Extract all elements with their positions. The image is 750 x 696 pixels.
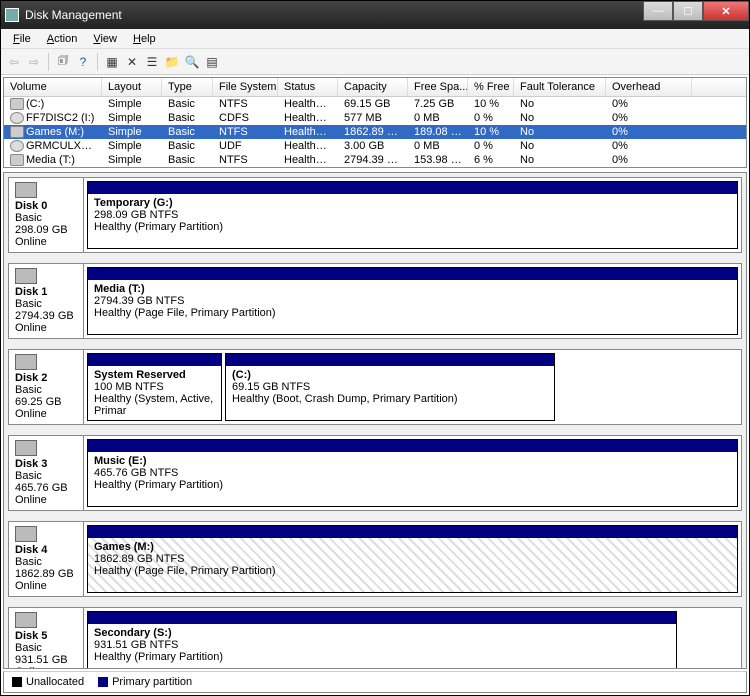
delete-button[interactable]: ✕ xyxy=(123,53,141,71)
disk-row[interactable]: Disk 1Basic2794.39 GBOnlineMedia (T:)279… xyxy=(8,263,742,339)
volume-row[interactable]: GRMCULXFRER_E...SimpleBasicUDFHealthy (P… xyxy=(4,139,746,153)
volume-icon xyxy=(10,126,24,138)
menu-view[interactable]: View xyxy=(87,31,123,47)
disk-info: Disk 2Basic69.25 GBOnline xyxy=(9,350,84,424)
disk-icon xyxy=(15,182,37,198)
close-button[interactable] xyxy=(703,1,749,21)
window-buttons xyxy=(643,1,749,21)
partition[interactable]: Media (T:)2794.39 GB NTFSHealthy (Page F… xyxy=(87,267,738,335)
col-layout[interactable]: Layout xyxy=(102,78,162,96)
volume-icon xyxy=(10,112,24,124)
legend: Unallocated Primary partition xyxy=(3,671,747,693)
legend-primary: Primary partition xyxy=(98,676,192,688)
menu-action[interactable]: Action xyxy=(41,31,84,47)
partition[interactable]: Temporary (G:)298.09 GB NTFSHealthy (Pri… xyxy=(87,181,738,249)
col-volume[interactable]: Volume xyxy=(4,78,102,96)
partitions: System Reserved100 MB NTFSHealthy (Syste… xyxy=(84,350,741,424)
disk-icon xyxy=(15,526,37,542)
col-pctfree[interactable]: % Free xyxy=(468,78,514,96)
swatch-unallocated-icon xyxy=(12,677,22,687)
col-status[interactable]: Status xyxy=(278,78,338,96)
partition-bar xyxy=(88,354,221,366)
refresh-button[interactable]: 🗊 xyxy=(54,53,72,71)
volume-icon xyxy=(10,140,24,152)
maximize-button[interactable] xyxy=(673,1,703,21)
menubar: File Action View Help xyxy=(1,29,749,49)
settings-button[interactable]: 🔍 xyxy=(183,53,201,71)
disk-info: Disk 3Basic465.76 GBOnline xyxy=(9,436,84,510)
forward-button[interactable]: ⇨ xyxy=(25,53,43,71)
partition[interactable]: System Reserved100 MB NTFSHealthy (Syste… xyxy=(87,353,222,421)
partition-bar xyxy=(88,526,737,538)
col-freespace[interactable]: Free Spa... xyxy=(408,78,468,96)
volume-icon xyxy=(10,98,24,110)
legend-unallocated: Unallocated xyxy=(12,676,84,688)
partition[interactable]: (C:)69.15 GB NTFSHealthy (Boot, Crash Du… xyxy=(225,353,555,421)
disk-info: Disk 4Basic1862.89 GBOnline xyxy=(9,522,84,596)
app-icon xyxy=(5,8,19,22)
col-capacity[interactable]: Capacity xyxy=(338,78,408,96)
minimize-button[interactable] xyxy=(643,1,673,21)
disk-icon xyxy=(15,354,37,370)
volume-row[interactable]: FF7DISC2 (I:)SimpleBasicCDFSHealthy (P..… xyxy=(4,111,746,125)
partition[interactable]: Games (M:)1862.89 GB NTFSHealthy (Page F… xyxy=(87,525,738,593)
disk-info: Disk 5Basic931.51 GBOnline xyxy=(9,608,84,669)
content-area: Volume Layout Type File System Status Ca… xyxy=(1,75,749,695)
partitions: Music (E:)465.76 GB NTFSHealthy (Primary… xyxy=(84,436,741,510)
volume-list[interactable]: Volume Layout Type File System Status Ca… xyxy=(3,77,747,168)
wizard-button[interactable]: ☰ xyxy=(143,53,161,71)
disk-info: Disk 1Basic2794.39 GBOnline xyxy=(9,264,84,338)
partitions: Temporary (G:)298.09 GB NTFSHealthy (Pri… xyxy=(84,178,741,252)
partition-bar xyxy=(88,268,737,280)
disk-row[interactable]: Disk 4Basic1862.89 GBOnlineGames (M:)186… xyxy=(8,521,742,597)
col-fault[interactable]: Fault Tolerance xyxy=(514,78,606,96)
partition-bar xyxy=(88,440,737,452)
graphical-view[interactable]: Disk 0Basic298.09 GBOnlineTemporary (G:)… xyxy=(3,172,747,669)
disk-row[interactable]: Disk 5Basic931.51 GBOnlineSecondary (S:)… xyxy=(8,607,742,669)
col-type[interactable]: Type xyxy=(162,78,213,96)
properties-button[interactable]: ▦ xyxy=(103,53,121,71)
disk-management-window: Disk Management File Action View Help ⇦ … xyxy=(0,0,750,696)
explore-button[interactable]: 📁 xyxy=(163,53,181,71)
col-overhead[interactable]: Overhead xyxy=(606,78,692,96)
partition-bar xyxy=(88,612,676,624)
disk-icon xyxy=(15,268,37,284)
col-filesystem[interactable]: File System xyxy=(213,78,278,96)
partition-bar xyxy=(88,182,737,194)
disk-icon xyxy=(15,612,37,628)
menu-help[interactable]: Help xyxy=(127,31,162,47)
help-button[interactable]: ? xyxy=(74,53,92,71)
swatch-primary-icon xyxy=(98,677,108,687)
menu-file[interactable]: File xyxy=(7,31,37,47)
volume-row[interactable]: (C:)SimpleBasicNTFSHealthy (B...69.15 GB… xyxy=(4,97,746,111)
toolbar: ⇦ ⇨ 🗊 ? ▦ ✕ ☰ 📁 🔍 ▤ xyxy=(1,49,749,75)
volume-row[interactable]: Media (T:)SimpleBasicNTFSHealthy (P...27… xyxy=(4,153,746,167)
list-button[interactable]: ▤ xyxy=(203,53,221,71)
disk-info: Disk 0Basic298.09 GBOnline xyxy=(9,178,84,252)
disk-row[interactable]: Disk 2Basic69.25 GBOnlineSystem Reserved… xyxy=(8,349,742,425)
partitions: Media (T:)2794.39 GB NTFSHealthy (Page F… xyxy=(84,264,741,338)
disk-row[interactable]: Disk 3Basic465.76 GBOnlineMusic (E:)465.… xyxy=(8,435,742,511)
partitions: Secondary (S:)931.51 GB NTFSHealthy (Pri… xyxy=(84,608,741,669)
volume-icon xyxy=(10,154,24,166)
disk-row[interactable]: Disk 0Basic298.09 GBOnlineTemporary (G:)… xyxy=(8,177,742,253)
back-button[interactable]: ⇦ xyxy=(5,53,23,71)
column-headers: Volume Layout Type File System Status Ca… xyxy=(4,78,746,97)
partition-bar xyxy=(226,354,554,366)
partition[interactable]: Secondary (S:)931.51 GB NTFSHealthy (Pri… xyxy=(87,611,677,669)
disk-icon xyxy=(15,440,37,456)
partition[interactable]: Music (E:)465.76 GB NTFSHealthy (Primary… xyxy=(87,439,738,507)
partitions: Games (M:)1862.89 GB NTFSHealthy (Page F… xyxy=(84,522,741,596)
volume-rows: (C:)SimpleBasicNTFSHealthy (B...69.15 GB… xyxy=(4,97,746,167)
volume-row[interactable]: Games (M:)SimpleBasicNTFSHealthy (P...18… xyxy=(4,125,746,139)
window-title: Disk Management xyxy=(25,8,745,22)
titlebar[interactable]: Disk Management xyxy=(1,1,749,29)
